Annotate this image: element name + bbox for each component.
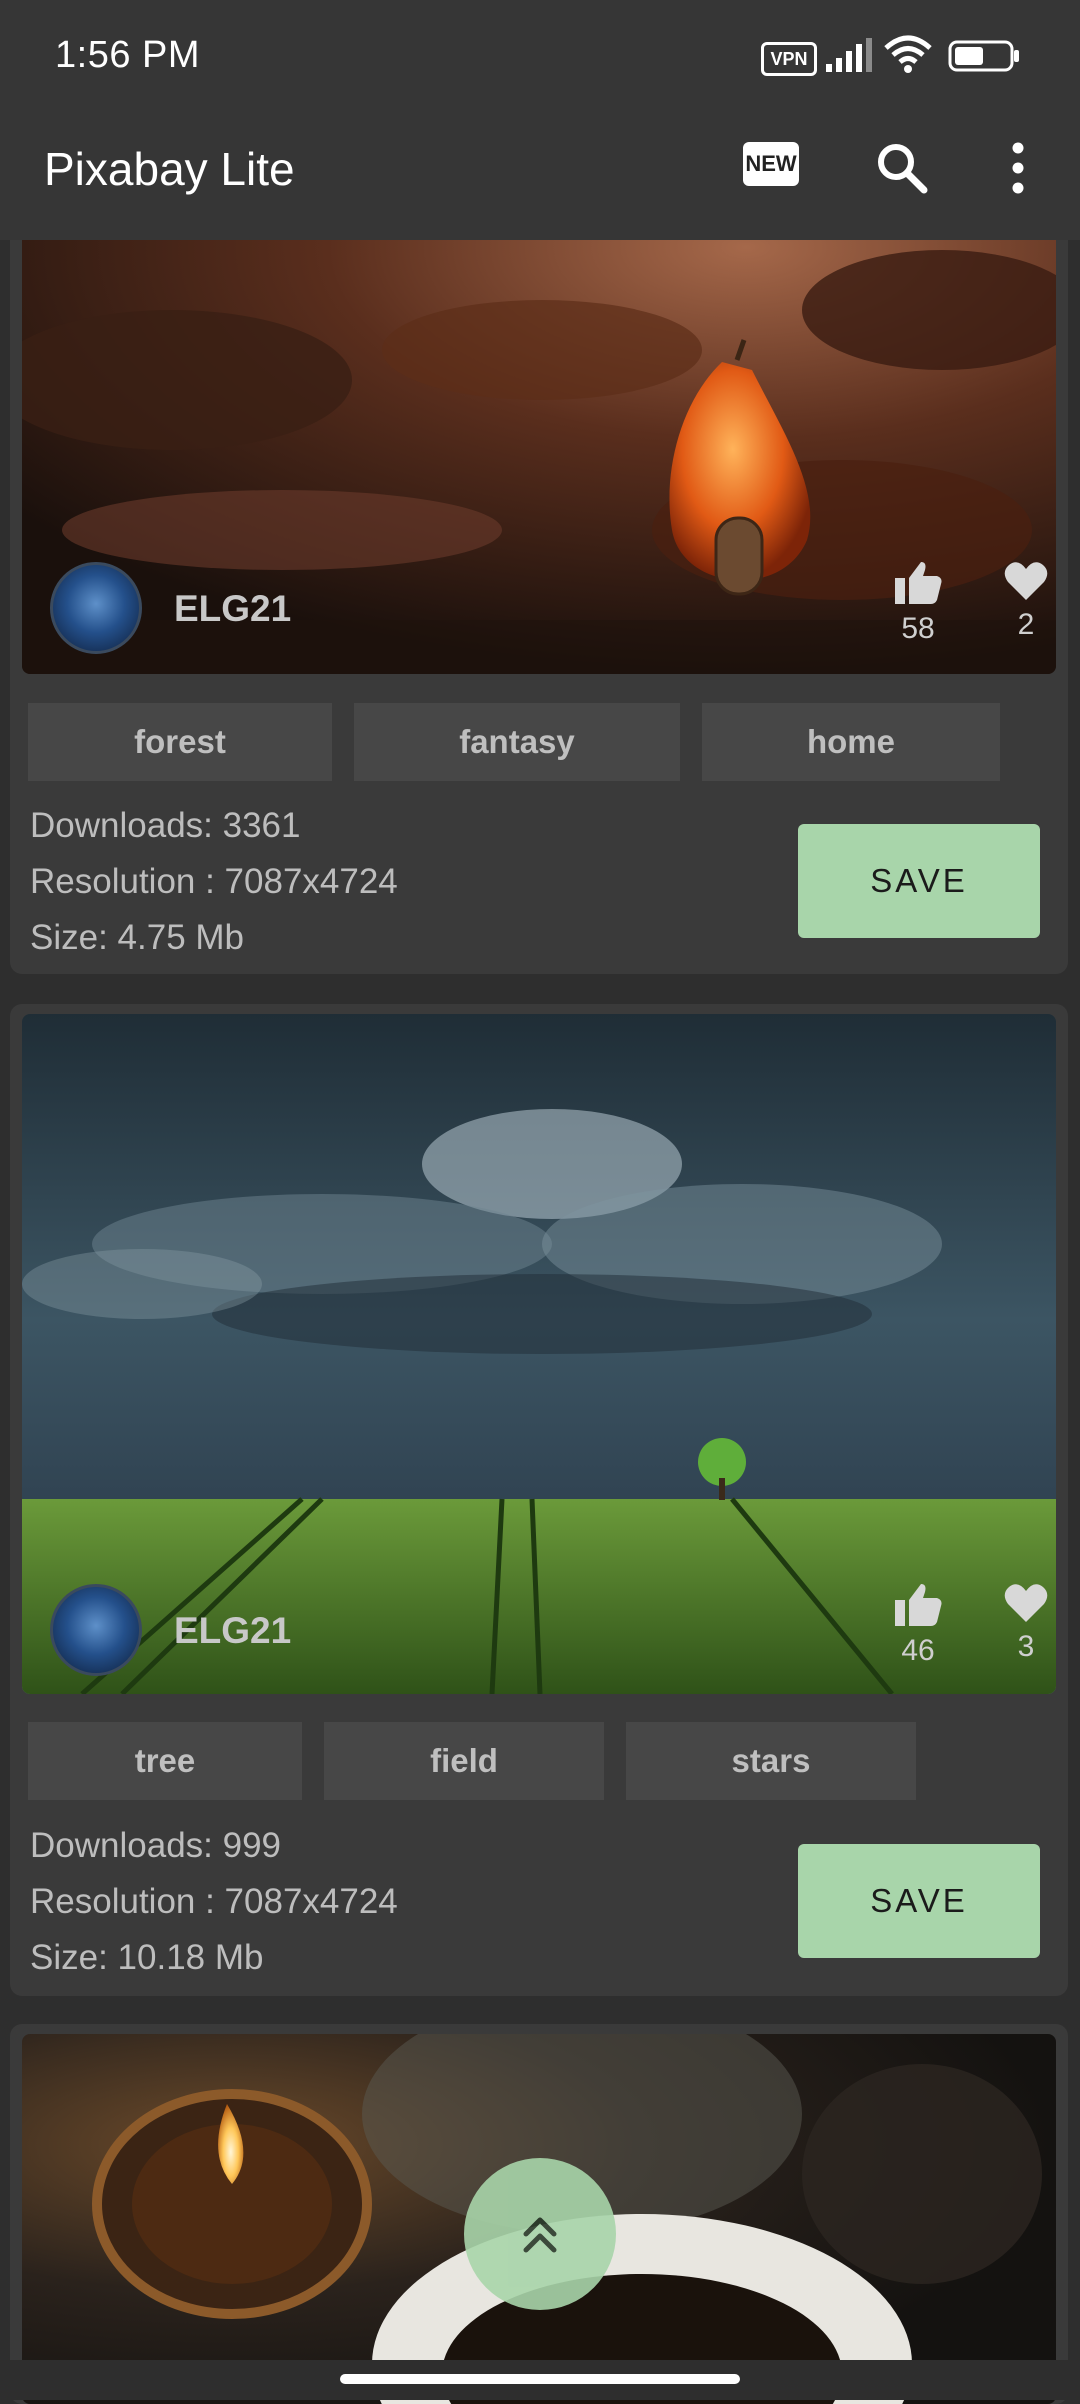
size-text: Size: 10.18 Mb [30,1938,264,1977]
search-icon[interactable] [874,140,930,196]
favorites-count: 3 [1017,1630,1035,1663]
thumbs-up-icon [895,1584,942,1626]
save-button[interactable]: SAVE [798,824,1040,938]
tag-chip[interactable]: tree [28,1722,302,1800]
likes-count: 58 [901,612,935,645]
size-text: Size: 4.75 Mb [30,918,244,957]
likes-count: 46 [901,1634,935,1667]
thumbs-up-icon [895,562,942,604]
author-name[interactable]: ELG21 [174,1610,291,1652]
save-button[interactable]: SAVE [798,1844,1040,1958]
battery-icon [948,40,1019,72]
favorites-stat[interactable]: 2 [986,560,1056,642]
avatar[interactable] [50,562,142,654]
double-chevron-up-icon [523,2217,557,2253]
image-photo[interactable]: ELG21 58 2 [22,200,1056,674]
heart-icon [1004,562,1048,600]
tag-chip[interactable]: fantasy [354,703,680,781]
tag-chip[interactable]: forest [28,703,332,781]
status-time: 1:56 PM [55,34,201,76]
more-options-icon[interactable] [1000,140,1036,196]
image-info: Downloads: 999 Resolution : 7087x4724 Si… [30,1818,398,1986]
scroll-to-top-button[interactable] [464,2158,616,2310]
heart-icon [1004,1584,1048,1622]
wifi-icon [884,35,932,73]
home-gesture-handle[interactable] [340,2374,740,2384]
downloads-text: Downloads: 999 [30,1826,281,1865]
favorites-count: 2 [1017,608,1035,641]
app-title: Pixabay Lite [44,143,295,195]
status-bar: 1:56 PM VPN [0,0,1080,118]
top-bar: 1:56 PM VPN Pixabay Lite NEW [0,0,1080,240]
favorites-stat[interactable]: 3 [986,1582,1056,1664]
signal-icon [826,38,872,72]
image-card: ELG21 58 2 forest fantasy home Downloads… [10,200,1068,974]
vpn-icon: VPN [761,42,817,76]
image-info: Downloads: 3361 Resolution : 7087x4724 S… [30,798,398,966]
tag-chip[interactable]: field [324,1722,604,1800]
image-photo[interactable]: ELG21 46 3 [22,1014,1056,1694]
avatar[interactable] [50,1584,142,1676]
image-card: ELG21 46 3 tree field stars Downloads: 9… [10,1004,1068,1996]
resolution-text: Resolution : 7087x4724 [30,862,398,901]
app-bar: Pixabay Lite NEW [0,118,1080,240]
likes-stat[interactable]: 58 [878,560,958,646]
downloads-text: Downloads: 3361 [30,806,301,845]
tag-chip[interactable]: home [702,703,1000,781]
tag-chip[interactable]: stars [626,1722,916,1800]
new-icon[interactable]: NEW [743,142,799,186]
navigation-bar [0,2360,1080,2400]
resolution-text: Resolution : 7087x4724 [30,1882,398,1921]
likes-stat[interactable]: 46 [878,1582,958,1668]
author-name[interactable]: ELG21 [174,588,291,630]
